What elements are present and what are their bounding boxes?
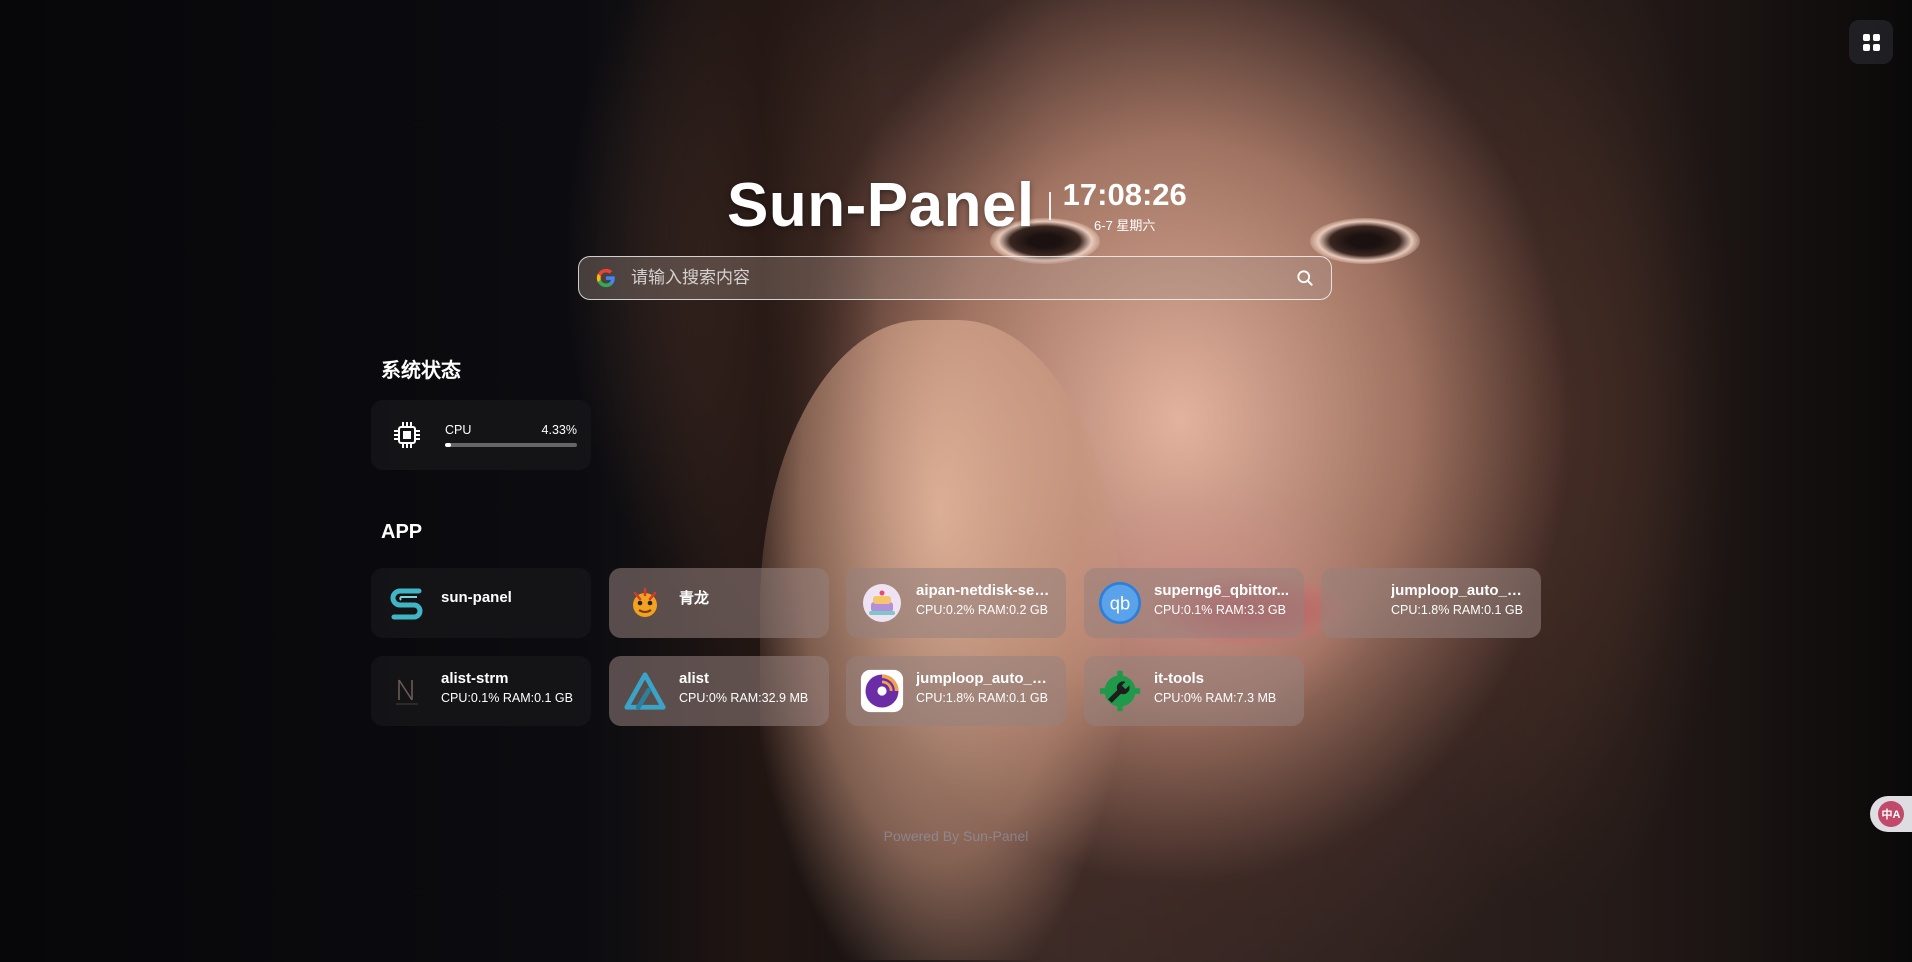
app-name: alist-strm	[441, 669, 509, 687]
app-stat: CPU:0.1% RAM:0.1 GB	[441, 690, 573, 705]
app-card-it-tools[interactable]: it-tools CPU:0% RAM:7.3 MB	[1084, 656, 1304, 726]
app-name: jumploop_auto_b...	[1391, 581, 1527, 599]
translate-button[interactable]: 中A	[1870, 796, 1912, 832]
app-card-qbittorrent[interactable]: qb superng6_qbittor... CPU:0.1% RAM:3.3 …	[1084, 568, 1304, 638]
search-bar	[578, 256, 1332, 300]
app-card-aipan-netdisk[interactable]: aipan-netdisk-sea... CPU:0.2% RAM:0.2 GB	[846, 568, 1066, 638]
app-stat: CPU:0.2% RAM:0.2 GB	[916, 602, 1048, 617]
app-stat: CPU:0% RAM:32.9 MB	[679, 690, 809, 705]
app-name: jumploop_auto_b...	[916, 669, 1052, 687]
cpu-meter: CPU 4.33%	[445, 423, 577, 447]
cpu-progress-fill	[445, 443, 451, 447]
app-card-sun-panel[interactable]: sun-panel	[371, 568, 591, 638]
qinglong-dragon-icon	[623, 581, 667, 625]
app-name: alist	[679, 669, 710, 687]
google-icon[interactable]	[595, 267, 617, 289]
app-section-title: APP	[381, 521, 423, 543]
svg-text:qb: qb	[1110, 592, 1130, 613]
rss-disc-icon	[860, 669, 904, 713]
cpu-status-card: CPU 4.33%	[371, 400, 591, 470]
wrench-gear-icon	[1098, 669, 1142, 713]
app-card-jumploop-2[interactable]: jumploop_auto_b... CPU:1.8% RAM:0.1 GB	[846, 656, 1066, 726]
app-card-jumploop-1[interactable]: jumploop_auto_b... CPU:1.8% RAM:0.1 GB	[1321, 568, 1541, 638]
grid-menu-icon	[1862, 33, 1880, 51]
app-card-qinglong[interactable]: 青龙	[609, 568, 829, 638]
app-name: sun-panel	[441, 588, 512, 606]
footer-powered-by[interactable]: Powered By Sun-Panel	[0, 828, 1912, 844]
cpu-label: CPU	[445, 423, 472, 437]
app-stat: CPU:1.8% RAM:0.1 GB	[1391, 602, 1523, 617]
app-card-alist[interactable]: alist CPU:0% RAM:32.9 MB	[609, 656, 829, 726]
translate-icon: 中A	[1878, 801, 1904, 827]
app-name: it-tools	[1154, 669, 1204, 687]
grid-menu-button[interactable]	[1849, 20, 1893, 64]
alist-strm-logo-icon	[385, 669, 429, 713]
system-status-title: 系统状态	[381, 360, 461, 382]
sun-panel-logo-icon	[385, 581, 429, 625]
qbittorrent-icon: qb	[1098, 581, 1142, 625]
app-stat: CPU:1.8% RAM:0.1 GB	[916, 690, 1048, 705]
clock-date: 6-7 星期六	[1094, 217, 1156, 233]
cpu-progress-track	[445, 443, 577, 447]
cpu-value: 4.33%	[541, 423, 577, 437]
app-name: 青龙	[679, 589, 710, 607]
app-stat: CPU:0.1% RAM:3.3 GB	[1154, 602, 1286, 617]
app-card-alist-strm[interactable]: alist-strm CPU:0.1% RAM:0.1 GB	[371, 656, 591, 726]
clock-separator	[1048, 191, 1051, 220]
brand-title: Sun-Panel	[727, 171, 1035, 240]
clock-time: 17:08:26	[1062, 176, 1187, 212]
app-stat: CPU:0% RAM:7.3 MB	[1154, 690, 1277, 705]
clock: 17:08:26 6-7 星期六	[1062, 176, 1187, 234]
header: Sun-Panel 17:08:26 6-7 星期六	[727, 170, 1187, 241]
app-name: superng6_qbittor...	[1154, 581, 1290, 599]
app-name: aipan-netdisk-sea...	[916, 581, 1052, 599]
search-input[interactable]	[629, 267, 1295, 289]
alist-triangle-icon	[623, 669, 667, 713]
aipan-cake-icon	[860, 581, 904, 625]
blank-app-icon	[1335, 581, 1379, 625]
cpu-chip-icon	[385, 413, 429, 457]
panel-layer: Sun-Panel 17:08:26 6-7 星期六 系统状态	[0, 0, 1912, 962]
search-icon[interactable]	[1295, 268, 1315, 288]
